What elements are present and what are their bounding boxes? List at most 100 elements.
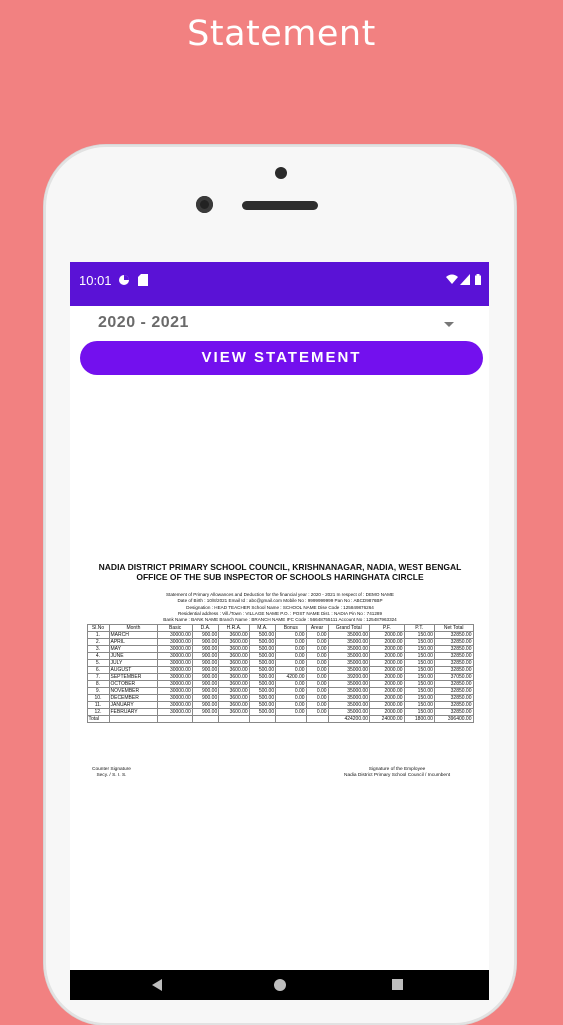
table-cell: 35000.00 [327, 701, 371, 710]
table-cell: JULY [108, 659, 159, 668]
table-cell: 3600.00 [218, 666, 250, 675]
table-cell: 35000.00 [327, 694, 371, 703]
table-cell: 3600.00 [218, 652, 250, 661]
total-net: 396400.00 [433, 715, 474, 724]
table-cell: 6. [86, 666, 110, 675]
table-cell: 150.00 [403, 652, 435, 661]
sd-card-icon [138, 274, 148, 289]
table-cell: 150.00 [403, 638, 435, 647]
table-cell: 2000.00 [369, 666, 405, 675]
table-cell: 7. [86, 673, 110, 682]
table-cell: 0.00 [275, 701, 307, 710]
table-cell: 2000.00 [369, 680, 405, 689]
table-cell: 35000.00 [327, 652, 371, 661]
table-cell: 0.00 [305, 673, 329, 682]
table-cell: 500.00 [248, 638, 277, 647]
table-cell: FEBRUARY [108, 708, 159, 717]
table-cell: 3600.00 [218, 659, 250, 668]
table-row: 12. FEBRUARY 30000.00 900.00 3600.00 500.00 0.… [86, 708, 474, 717]
table-cell: 8. [86, 680, 110, 689]
table-row: 9. NOVEMBER 30000.00 900.00 3600.00 500.00 0.0… [86, 687, 474, 696]
total-pf: 24000.00 [369, 715, 405, 724]
table-cell: 3600.00 [218, 638, 250, 647]
table-cell: 30000.00 [157, 701, 193, 710]
front-camera [196, 196, 213, 213]
table-row: 2. APRIL 30000.00 900.00 3600.00 500.00 0.00 0.… [86, 638, 474, 647]
table-cell: 0.00 [305, 701, 329, 710]
column-header: Sl.No [86, 624, 110, 633]
table-cell: 150.00 [403, 666, 435, 675]
view-statement-button[interactable]: VIEW STATEMENT [80, 341, 483, 375]
table-cell: 500.00 [248, 680, 277, 689]
table-cell: JUNE [108, 652, 159, 661]
table-cell: 0.00 [275, 659, 307, 668]
table-cell: 32850.00 [433, 659, 474, 668]
employee-signature: Signature of the Employee Nadia District… [344, 767, 450, 779]
earpiece-speaker [242, 201, 318, 210]
wifi-icon [446, 274, 458, 288]
table-cell: 11. [86, 701, 110, 710]
column-header: P.T. [403, 624, 435, 633]
total-grand-total: 424200.00 [327, 715, 371, 724]
recent-apps-icon[interactable] [392, 979, 403, 990]
table-cell: 2. [86, 638, 110, 647]
table-cell: JANUARY [108, 701, 159, 710]
table-cell: 0.00 [305, 631, 329, 640]
table-cell: OCTOBER [108, 680, 159, 689]
table-cell: 2000.00 [369, 631, 405, 640]
table-cell: 39200.00 [327, 673, 371, 682]
navigation-bar [70, 970, 489, 1000]
table-cell: 900.00 [191, 680, 220, 689]
battery-icon [475, 274, 481, 288]
column-header: Basic [157, 624, 193, 633]
page-title: Statement [187, 14, 376, 54]
column-header: Arear [305, 624, 329, 633]
table-cell: 0.00 [305, 638, 329, 647]
table-cell: 500.00 [248, 701, 277, 710]
home-icon[interactable] [274, 979, 286, 991]
column-header: P.F. [369, 624, 405, 633]
table-cell: 2000.00 [369, 673, 405, 682]
table-cell: 500.00 [248, 631, 277, 640]
table-cell: 0.00 [305, 666, 329, 675]
column-header: Month [108, 624, 159, 633]
table-cell: 32850.00 [433, 687, 474, 696]
table-cell: 2000.00 [369, 708, 405, 717]
year-dropdown[interactable]: 2020 - 2021 [98, 314, 458, 338]
total-pt: 1800.00 [403, 715, 435, 724]
app-screen: 10:01 2020 - 2021 VIEW STATEMENT NADIA D… [70, 262, 489, 1000]
table-cell: 0.00 [305, 708, 329, 717]
table-cell: 500.00 [248, 708, 277, 717]
table-cell: 150.00 [403, 708, 435, 717]
table-row: 7. SEPTEMBER 30000.00 900.00 3600.00 500.00 42… [86, 673, 474, 682]
back-icon[interactable] [152, 979, 162, 991]
table-cell: 0.00 [305, 652, 329, 661]
office-heading: OFFICE OF THE SUB INSPECTOR OF SCHOOLS H… [136, 572, 424, 582]
table-cell: 3600.00 [218, 694, 250, 703]
table-cell: 2000.00 [369, 701, 405, 710]
council-heading: NADIA DISTRICT PRIMARY SCHOOL COUNCIL, K… [98, 562, 462, 572]
table-row: 3. MAY 30000.00 900.00 3600.00 500.00 0.00 0.00… [86, 645, 474, 654]
table-cell: 900.00 [191, 694, 220, 703]
table-cell: 32850.00 [433, 701, 474, 710]
table-cell: 32850.00 [433, 631, 474, 640]
table-cell: 35000.00 [327, 659, 371, 668]
table-cell: 2000.00 [369, 652, 405, 661]
chevron-down-icon[interactable] [444, 322, 454, 327]
table-cell: 500.00 [248, 687, 277, 696]
table-cell: 30000.00 [157, 645, 193, 654]
table-cell: 900.00 [191, 659, 220, 668]
table-cell: 500.00 [248, 659, 277, 668]
table-row: 8. OCTOBER 30000.00 900.00 3600.00 500.00 0.00… [86, 680, 474, 689]
table-cell: 500.00 [248, 645, 277, 654]
statement-details: Statement of Primary Allowances and Dedu… [82, 592, 478, 623]
table-cell: 30000.00 [157, 659, 193, 668]
table-cell: 0.00 [275, 680, 307, 689]
table-row: 10. DECEMBER 30000.00 900.00 3600.00 500.00 0.… [86, 694, 474, 703]
table-cell: DECEMBER [108, 694, 159, 703]
table-row: 6. AUGUST 30000.00 900.00 3600.00 500.00 0.00 0… [86, 666, 474, 675]
table-cell: 0.00 [275, 638, 307, 647]
column-header: Net Total [433, 624, 474, 633]
table-cell: 12. [86, 708, 110, 717]
table-cell: 0.00 [275, 708, 307, 717]
